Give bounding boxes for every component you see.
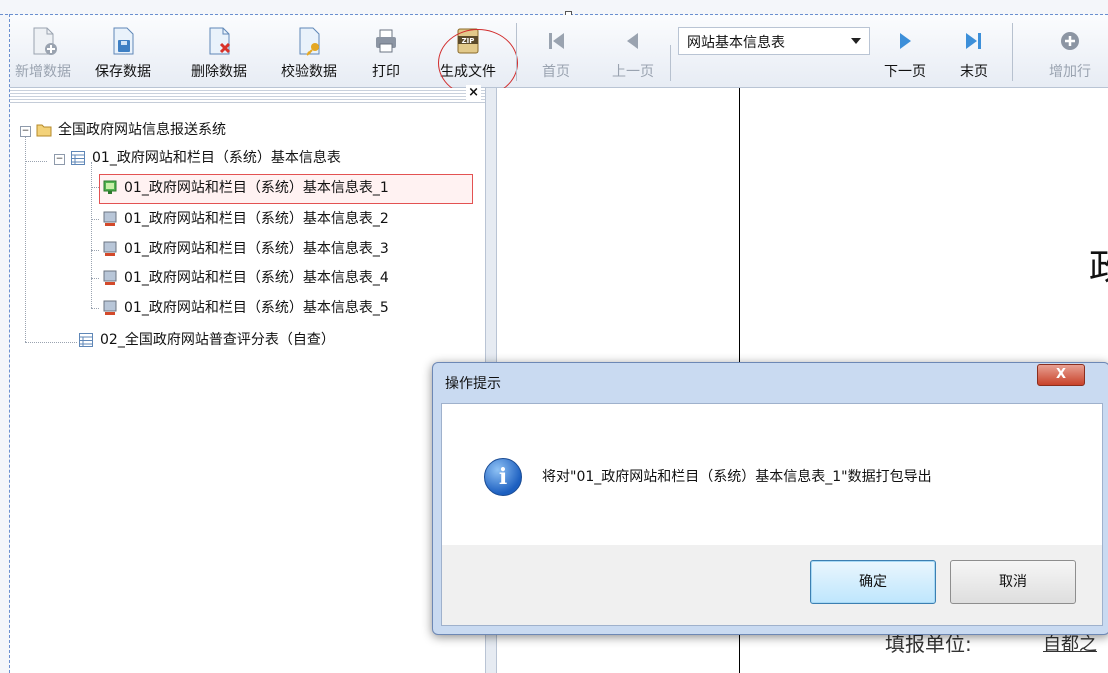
toolbar-separator (1012, 23, 1013, 81)
table-icon (71, 151, 85, 165)
prev-page-icon (627, 33, 638, 49)
delete-document-icon (209, 27, 231, 55)
add-circle-icon (1061, 32, 1079, 50)
dialog-body: i 将对"01_政府网站和栏目（系统）基本信息表_1"数据打包导出 (441, 403, 1103, 547)
tree-panel: × − 全国政府网站信息报送系统 − 01_政府网站和栏目（系统）基本信息表 0… (10, 85, 486, 673)
tree-connector (25, 161, 47, 162)
tree-connector (91, 187, 99, 188)
table-icon (79, 333, 93, 347)
save-icon (113, 27, 134, 55)
tree-item-label: 01_政府网站和栏目（系统）基本信息表_4 (124, 270, 389, 286)
print-button[interactable]: 打印 (358, 15, 414, 87)
tree-connector (91, 250, 99, 251)
next-page-icon (900, 33, 911, 49)
prev-page-label: 上一页 (612, 64, 654, 80)
monitor-icon (103, 300, 117, 315)
add-data-button[interactable]: 新增数据 (10, 15, 76, 87)
tree-root-expander[interactable]: − (20, 126, 31, 137)
tree-group-expander[interactable]: − (54, 154, 65, 165)
tree-connector (91, 278, 99, 279)
dialog-title: 操作提示 (445, 376, 501, 392)
save-data-button[interactable]: 保存数据 (76, 15, 170, 87)
chevron-down-icon (851, 38, 861, 44)
dialog-message: 将对"01_政府网站和栏目（系统）基本信息表_1"数据打包导出 (542, 469, 932, 485)
last-page-button[interactable]: 末页 (948, 15, 1000, 87)
toolbar-separator (516, 23, 517, 81)
tree-item-label: 01_政府网站和栏目（系统）基本信息表_5 (124, 300, 389, 316)
next-page-label: 下一页 (884, 64, 926, 80)
tree-item-label: 01_政府网站和栏目（系统）基本信息表_2 (124, 211, 389, 227)
tree-root-label: 全国政府网站信息报送系统 (58, 122, 226, 138)
monitor-icon (103, 241, 117, 256)
next-page-button[interactable]: 下一页 (878, 15, 932, 87)
toolbar-separator (670, 45, 671, 81)
panel-close-button[interactable]: × (466, 85, 481, 100)
add-row-button[interactable]: 增加行 (1036, 15, 1104, 87)
monitor-icon (103, 270, 117, 285)
info-icon: i (484, 458, 522, 496)
document-title-fragment: 政 (1089, 247, 1108, 288)
first-page-label: 首页 (542, 64, 570, 80)
prev-page-button[interactable]: 上一页 (600, 15, 666, 87)
tree-connector (25, 136, 26, 342)
delete-data-label: 删除数据 (191, 64, 247, 80)
add-document-icon (33, 27, 57, 55)
panel-header: × (10, 85, 485, 103)
verify-data-button[interactable]: 校验数据 (266, 15, 352, 87)
tree-item-label: 01_政府网站和栏目（系统）基本信息表_3 (124, 241, 389, 257)
tree-connector (91, 308, 99, 309)
operation-prompt-dialog: 操作提示 X i 将对"01_政府网站和栏目（系统）基本信息表_1"数据打包导出… (432, 362, 1108, 635)
dialog-footer: 确定 取消 (441, 545, 1103, 626)
tree-item-label: 01_政府网站和栏目（系统）基本信息表_1 (124, 180, 389, 196)
tree-connector (25, 342, 77, 343)
first-page-icon (549, 33, 564, 49)
page-select-value: 网站基本信息表 (687, 35, 785, 51)
printer-icon (376, 29, 396, 53)
monitor-icon (103, 211, 117, 226)
cancel-button[interactable]: 取消 (950, 560, 1076, 604)
tree-connector (91, 219, 99, 220)
verify-data-label: 校验数据 (281, 64, 337, 80)
last-page-icon (966, 33, 981, 49)
last-page-label: 末页 (960, 64, 988, 80)
save-data-label: 保存数据 (95, 64, 151, 80)
verify-key-icon (299, 27, 320, 56)
tree-group-label: 02_全国政府网站普查评分表（自查） (100, 332, 335, 348)
folder-icon (36, 124, 52, 137)
page-select[interactable]: 网站基本信息表 (678, 27, 870, 55)
tree-group-label: 01_政府网站和栏目（系统）基本信息表 (92, 150, 341, 166)
tree-connector (91, 162, 92, 308)
print-label: 打印 (372, 64, 400, 80)
add-row-label: 增加行 (1049, 64, 1091, 80)
monitor-active-icon (103, 180, 117, 194)
first-page-button[interactable]: 首页 (530, 15, 582, 87)
add-data-label: 新增数据 (15, 64, 71, 80)
delete-data-button[interactable]: 删除数据 (174, 15, 264, 87)
toolbar: 新增数据 保存数据 删除数据 校验数据 打印 ZIP 生成文件 首页 上一页 网… (10, 15, 1108, 97)
ok-button[interactable]: 确定 (810, 560, 936, 604)
dialog-close-button[interactable]: X (1037, 364, 1085, 386)
